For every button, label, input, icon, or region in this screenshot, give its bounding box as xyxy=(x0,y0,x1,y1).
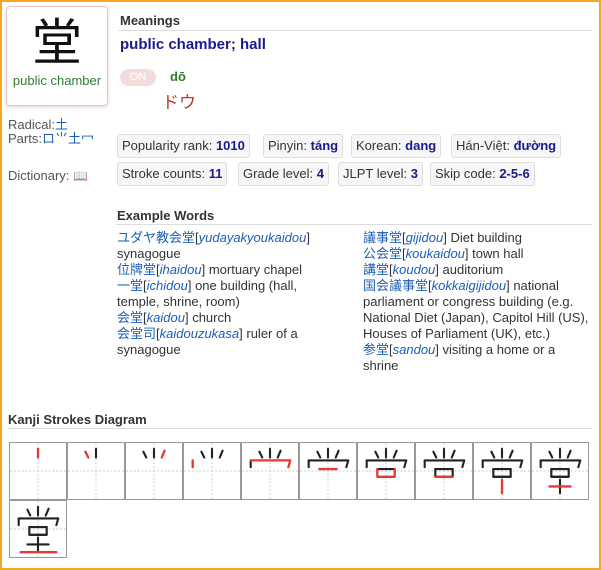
example-word-kanji[interactable]: 国会議事堂 xyxy=(363,278,428,293)
example-word-kanji[interactable]: 公会堂 xyxy=(363,246,402,261)
stroke-step-drawing xyxy=(126,443,182,499)
stroke-step-drawing xyxy=(10,443,66,499)
previous-stroke xyxy=(423,459,466,469)
stroke-step-cell xyxy=(183,442,241,500)
kanji-card: 堂 public chamber xyxy=(6,6,108,106)
parts-label: Parts: xyxy=(8,131,42,146)
stroke-step-cell xyxy=(67,442,125,500)
stat-stroke-counts: Stroke counts: 11 xyxy=(117,162,228,186)
previous-stroke xyxy=(392,449,398,459)
stroke-step-drawing xyxy=(10,501,66,557)
meanings-text: public chamber; hall xyxy=(120,36,266,53)
strokes-diagram xyxy=(9,442,592,560)
previous-stroke xyxy=(548,450,554,459)
previous-stroke xyxy=(490,450,496,459)
on-reading-badge: ON xyxy=(120,69,156,86)
example-word: 国会議事堂[kokkaigijidou] national parliament… xyxy=(363,278,589,341)
stroke-step-drawing xyxy=(184,443,240,499)
previous-stroke xyxy=(539,459,582,469)
example-words-divider xyxy=(116,224,592,225)
example-word: 講堂[koudou] auditorium xyxy=(363,262,504,277)
current-stroke xyxy=(160,449,166,459)
example-word-kanji[interactable]: 位牌堂 xyxy=(117,262,156,277)
radical-label: Radical: xyxy=(8,117,55,132)
stat-jlpt-level: JLPT level: 3 xyxy=(338,162,423,186)
kanji-character: 堂 xyxy=(32,14,82,72)
example-word: 議事堂[gijidou] Diet building xyxy=(363,230,523,245)
previous-stroke xyxy=(142,450,148,459)
previous-stroke xyxy=(481,459,524,469)
stat-pinyin: Pinyin: táng xyxy=(263,134,344,158)
example-word: 位牌堂[ihaidou] mortuary chapel xyxy=(117,262,303,277)
stroke-step-cell xyxy=(473,442,531,500)
stroke-step-drawing xyxy=(416,443,472,499)
previous-stroke xyxy=(307,459,350,469)
example-word: 公会堂[koukaidou] town hall xyxy=(363,246,524,261)
strokes-divider xyxy=(8,428,592,429)
stat-skip-code: Skip code: 2-5-6 xyxy=(430,162,535,186)
parts-value[interactable]: ロ⺌土冖 xyxy=(42,131,94,146)
stat-grade-level: Grade level: 4 xyxy=(238,162,329,186)
example-words-right: 議事堂[gijidou] Diet building 公会堂[koukaidou… xyxy=(363,230,593,374)
stroke-step-drawing xyxy=(358,443,414,499)
stroke-step-cell xyxy=(9,500,67,558)
previous-stroke xyxy=(276,449,282,459)
example-words-left: ユダヤ教会堂[yudayakyoukaidou] synagogue 位牌堂[i… xyxy=(117,230,342,358)
kanji-short-meaning: public chamber xyxy=(12,73,102,88)
dictionary-label: Dictionary: xyxy=(8,168,70,183)
previous-stroke xyxy=(334,449,340,459)
example-word-kanji[interactable]: 参堂 xyxy=(363,342,389,357)
stroke-step-cell xyxy=(415,442,473,500)
reading-romaji: dō xyxy=(170,69,186,84)
parts-row: Parts:ロ⺌土冖 xyxy=(8,132,108,146)
previous-stroke xyxy=(508,449,514,459)
previous-stroke xyxy=(44,507,50,517)
stroke-step-cell xyxy=(531,442,589,500)
stroke-step-cell xyxy=(125,442,183,500)
current-stroke xyxy=(84,450,90,459)
strokes-diagram-title: Kanji Strokes Diagram xyxy=(8,412,147,427)
previous-stroke xyxy=(566,449,572,459)
previous-stroke xyxy=(258,450,264,459)
stroke-step-drawing xyxy=(300,443,356,499)
previous-stroke xyxy=(432,450,438,459)
reading-kana: ドウ xyxy=(162,93,196,112)
stat-korean: Korean: dang xyxy=(351,134,442,158)
meanings-title: Meanings xyxy=(120,13,180,28)
dictionary-row: Dictionary: 📖 xyxy=(8,168,88,183)
example-word-kanji[interactable]: 講堂 xyxy=(363,262,389,277)
previous-stroke xyxy=(450,449,456,459)
stroke-step-cell xyxy=(241,442,299,500)
stroke-step-drawing xyxy=(474,443,530,499)
example-word-kanji[interactable]: 一堂 xyxy=(117,278,143,293)
example-word-kanji[interactable]: ユダヤ教会堂 xyxy=(117,230,195,245)
stroke-step-cell xyxy=(9,442,67,500)
stroke-step-drawing xyxy=(532,443,588,499)
previous-stroke xyxy=(26,508,32,517)
example-word: 参堂[sandou] visiting a home or a shrine xyxy=(363,342,556,373)
example-word: 一堂[ichidou] one building (hall, temple, … xyxy=(117,278,297,309)
example-word: 会堂司[kaidouzukasa] ruler of a synagogue xyxy=(117,326,298,357)
stat-han-viet: Hán-Việt: đường xyxy=(451,134,562,158)
stroke-step-cell xyxy=(299,442,357,500)
meanings-divider xyxy=(118,30,592,31)
stroke-step-drawing xyxy=(242,443,298,499)
example-word: ユダヤ教会堂[yudayakyoukaidou] synagogue xyxy=(117,230,310,261)
previous-stroke xyxy=(365,459,408,469)
previous-stroke xyxy=(316,450,322,459)
example-word: 会堂[kaidou] church xyxy=(117,310,232,325)
example-word-kanji[interactable]: 会堂司 xyxy=(117,326,156,341)
previous-stroke xyxy=(374,450,380,459)
example-word-kanji[interactable]: 会堂 xyxy=(117,310,143,325)
example-words-title: Example Words xyxy=(117,208,215,223)
example-word-kanji[interactable]: 議事堂 xyxy=(363,230,402,245)
stroke-step-drawing xyxy=(68,443,124,499)
stroke-step-cell xyxy=(357,442,415,500)
radical-value[interactable]: 土 xyxy=(55,117,68,132)
dictionary-book-icon[interactable]: 📖 xyxy=(73,169,88,183)
previous-stroke xyxy=(200,450,206,459)
previous-stroke xyxy=(218,449,224,459)
stat-popularity-rank: Popularity rank: 1010 xyxy=(117,134,250,158)
